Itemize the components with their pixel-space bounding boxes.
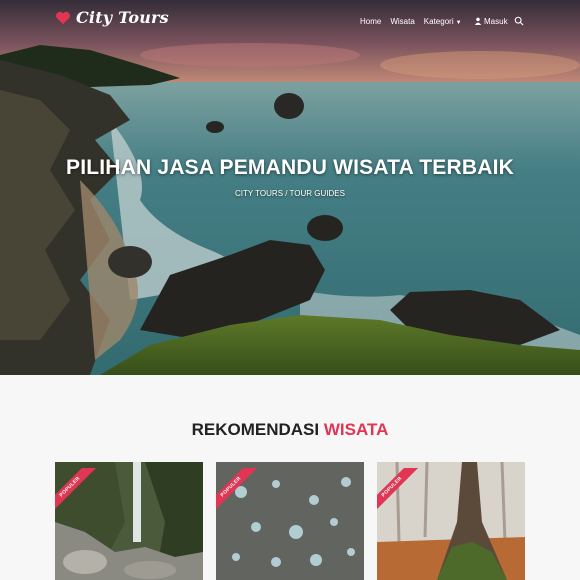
nav-link-home[interactable]: Home [360, 17, 381, 26]
nav-link-kategori-label: Kategori [423, 17, 454, 26]
popular-badge-label: POPULER [216, 468, 260, 516]
popular-ribbon: POPULER [216, 468, 264, 518]
tour-card-forest-tree[interactable]: POPULER [377, 462, 525, 580]
brand-name: City Tours [76, 8, 169, 27]
section-title: REKOMENDASI WISATA [0, 420, 580, 440]
hero-background-image [0, 0, 580, 375]
top-navbar: City Tours Home Wisata Kategori ▼ Masuk [0, 0, 580, 40]
hero-banner: City Tours Home Wisata Kategori ▼ Masuk P… [0, 0, 580, 375]
heart-pin-icon [55, 11, 71, 24]
nav-link-kategori[interactable]: Kategori ▼ [424, 17, 462, 26]
chevron-down-icon: ▼ [455, 20, 462, 26]
login-link[interactable]: Masuk [474, 17, 508, 26]
popular-badge-label: POPULER [55, 468, 99, 516]
main-menu: Home Wisata Kategori ▼ [360, 17, 462, 26]
tour-card-waterfall[interactable]: POPULER [55, 462, 203, 580]
hero-subtitle: CITY TOURS / TOUR GUIDES [235, 189, 345, 198]
section-title-accent: WISATA [323, 420, 389, 439]
section-title-main: REKOMENDASI [191, 420, 320, 439]
tour-card-droplets[interactable]: POPULER [216, 462, 364, 580]
brand-logo[interactable]: City Tours [54, 8, 169, 27]
search-icon[interactable] [514, 16, 524, 26]
hero-title: PILIHAN JASA PEMANDU WISATA TERBAIK [66, 156, 514, 179]
nav-link-wisata[interactable]: Wisata [390, 17, 414, 26]
login-label: Masuk [484, 16, 508, 26]
popular-ribbon: POPULER [55, 468, 103, 518]
popular-badge-label: POPULER [377, 468, 421, 516]
popular-ribbon: POPULER [377, 468, 425, 518]
user-icon [474, 17, 482, 25]
nav-actions: Masuk [474, 16, 524, 26]
